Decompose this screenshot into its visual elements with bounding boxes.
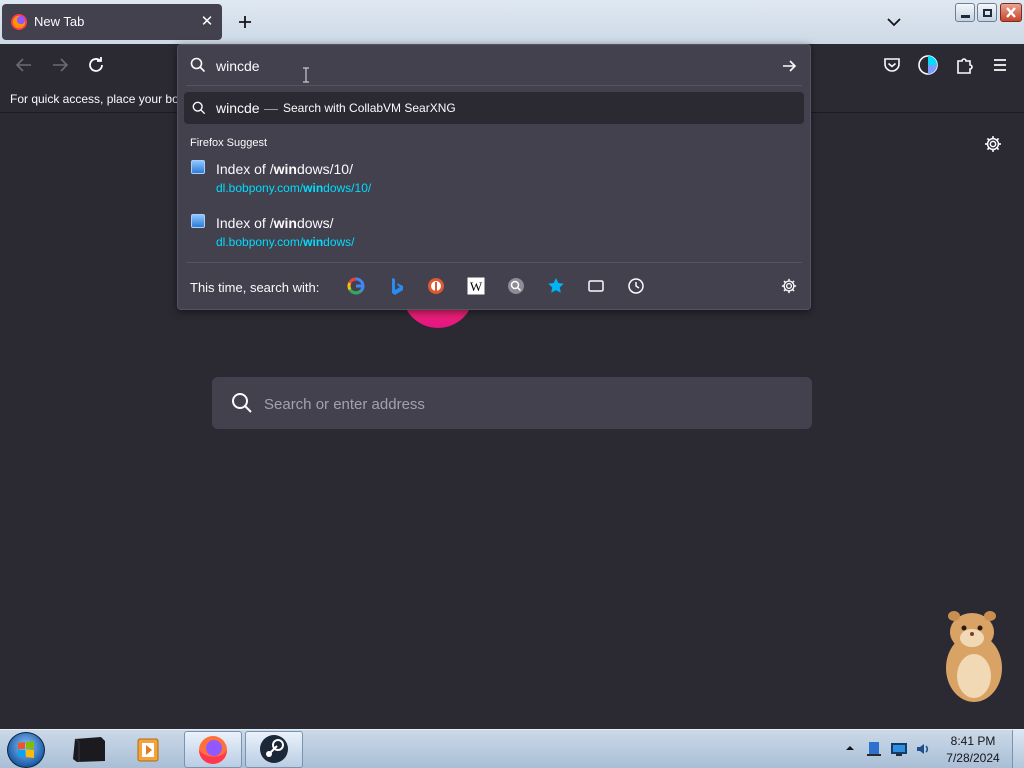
new-tab-button[interactable] [233, 10, 257, 34]
steam-taskbar-button[interactable] [245, 731, 303, 768]
pocket-icon[interactable] [880, 53, 904, 77]
forward-button[interactable] [48, 53, 72, 77]
search-icon [190, 57, 206, 73]
result-title: Index of /windows/ [216, 215, 334, 231]
text-cursor-icon [303, 67, 309, 83]
suggest-result[interactable]: Index of /windows/ dl.bobpony.com/window… [184, 211, 804, 257]
newtab-search-box[interactable] [212, 377, 812, 429]
suggestion-separator: — [264, 100, 278, 116]
wikipedia-icon[interactable]: W [466, 276, 486, 296]
close-window-button[interactable] [1000, 3, 1022, 22]
firefox-icon [11, 14, 27, 30]
suggestion-query: wincde [216, 100, 260, 116]
minimize-icon [961, 15, 970, 18]
chevron-down-icon [887, 18, 901, 27]
search-suggestion-row[interactable]: wincde — Search with CollabVM SearXNG [184, 92, 804, 124]
suggest-result[interactable]: Index of /windows/10/ dl.bobpony.com/win… [184, 157, 804, 203]
display-icon[interactable] [890, 740, 908, 758]
close-icon[interactable]: ✕ [198, 13, 216, 31]
volume-icon[interactable] [914, 740, 932, 758]
result-title: Index of /windows/10/ [216, 161, 353, 177]
result-url: dl.bobpony.com/windows/10/ [216, 181, 372, 195]
show-desktop-button[interactable] [1012, 730, 1024, 768]
bing-icon[interactable] [386, 276, 406, 296]
system-tray [842, 730, 952, 768]
newtab-search-input[interactable] [264, 393, 784, 415]
extensions-icon[interactable] [952, 53, 976, 77]
steam-icon [260, 735, 288, 763]
close-icon [1006, 7, 1016, 18]
terminal-icon[interactable] [60, 731, 118, 768]
restore-button[interactable] [977, 3, 997, 22]
firefox-taskbar-button[interactable] [184, 731, 242, 768]
firefox-icon [199, 736, 227, 764]
history-clock-icon[interactable] [626, 276, 646, 296]
menu-icon[interactable] [988, 53, 1012, 77]
restore-icon [983, 9, 992, 17]
tab-strip: New Tab ✕ [0, 0, 1024, 44]
page-icon [191, 160, 205, 174]
google-icon[interactable] [346, 276, 366, 296]
searxng-icon[interactable] [506, 276, 526, 296]
firefox-suggest-label: Firefox Suggest [190, 137, 268, 149]
one-off-search-label: This time, search with: [190, 280, 320, 295]
plus-icon [239, 16, 251, 28]
reload-button[interactable] [84, 53, 108, 77]
taskbar: 8:41 PM 7/28/2024 [0, 729, 1024, 768]
gear-icon[interactable] [780, 277, 798, 295]
tabs-icon[interactable] [586, 276, 606, 296]
page-icon [191, 214, 205, 228]
suggestion-action: Search with CollabVM SearXNG [283, 101, 456, 115]
clock-date[interactable]: 7/28/2024 [944, 751, 1002, 765]
divider [186, 85, 802, 86]
clock-time[interactable]: 8:41 PM [944, 734, 1002, 748]
network-icon[interactable] [866, 740, 882, 758]
urlbar-input[interactable] [216, 55, 776, 77]
search-icon [192, 101, 206, 115]
tab-new-tab[interactable]: New Tab ✕ [2, 4, 222, 40]
urlbar-input-row [178, 45, 810, 85]
duckduckgo-icon[interactable] [426, 276, 446, 296]
windows-flag-icon [18, 741, 34, 758]
windows-start-icon[interactable] [7, 732, 45, 768]
show-hidden-icons[interactable] [844, 742, 856, 754]
minimize-button[interactable] [955, 3, 975, 22]
gear-icon[interactable] [983, 134, 1003, 154]
urlbar-dropdown: wincde — Search with CollabVM SearXNG Fi… [177, 44, 811, 310]
list-all-tabs-button[interactable] [883, 12, 905, 32]
bookmarks-hint-text: For quick access, place your boo [10, 92, 180, 106]
divider [186, 262, 802, 263]
media-player-icon[interactable] [120, 731, 178, 768]
hamster-sticker [946, 611, 1002, 702]
back-button[interactable] [12, 53, 36, 77]
tab-title: New Tab [34, 14, 85, 29]
svg-text:W: W [470, 279, 483, 294]
account-icon[interactable] [916, 53, 940, 77]
result-url: dl.bobpony.com/windows/ [216, 235, 355, 249]
search-icon [232, 393, 252, 413]
go-arrow-icon[interactable] [780, 57, 798, 75]
bookmarks-star-icon[interactable] [546, 276, 566, 296]
